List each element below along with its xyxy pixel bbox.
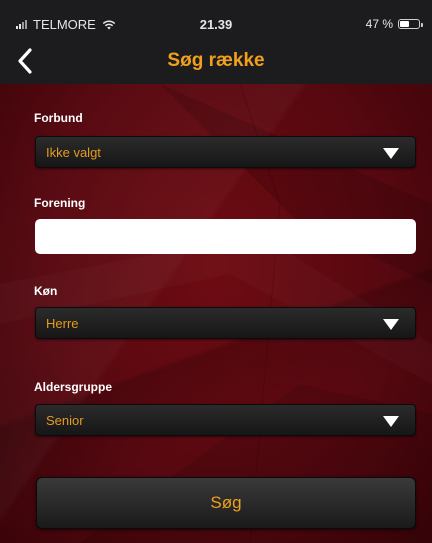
- aldersgruppe-value: Senior: [46, 413, 84, 428]
- status-right: 47 %: [365, 17, 423, 31]
- forbund-select[interactable]: Ikke valgt: [35, 136, 416, 168]
- forening-label: Forening: [34, 196, 86, 210]
- search-form: Forbund Ikke valgt Forening Køn Herre Al…: [0, 84, 432, 543]
- chevron-left-icon: [18, 48, 32, 74]
- forbund-label: Forbund: [34, 111, 83, 125]
- dropdown-triangle-icon: [383, 148, 399, 159]
- status-bar: TELMORE 21.39 47 %: [0, 0, 432, 38]
- forbund-value: Ikke valgt: [46, 145, 101, 160]
- forening-input[interactable]: [35, 219, 416, 254]
- koen-select[interactable]: Herre: [35, 307, 416, 339]
- navigation-bar: Søg række: [0, 38, 432, 84]
- dropdown-triangle-icon: [383, 416, 399, 427]
- page-title: Søg række: [167, 50, 265, 71]
- app-screen: TELMORE 21.39 47 % Søg række Forbund Ikk…: [0, 0, 432, 543]
- battery-icon: [398, 19, 423, 29]
- koen-label: Køn: [34, 284, 58, 298]
- aldersgruppe-label: Aldersgruppe: [34, 380, 113, 394]
- dropdown-triangle-icon: [383, 319, 399, 330]
- aldersgruppe-select[interactable]: Senior: [35, 404, 416, 436]
- koen-value: Herre: [46, 316, 79, 331]
- battery-percent: 47 %: [365, 17, 393, 31]
- back-button[interactable]: [8, 42, 48, 80]
- search-button[interactable]: Søg: [36, 477, 416, 529]
